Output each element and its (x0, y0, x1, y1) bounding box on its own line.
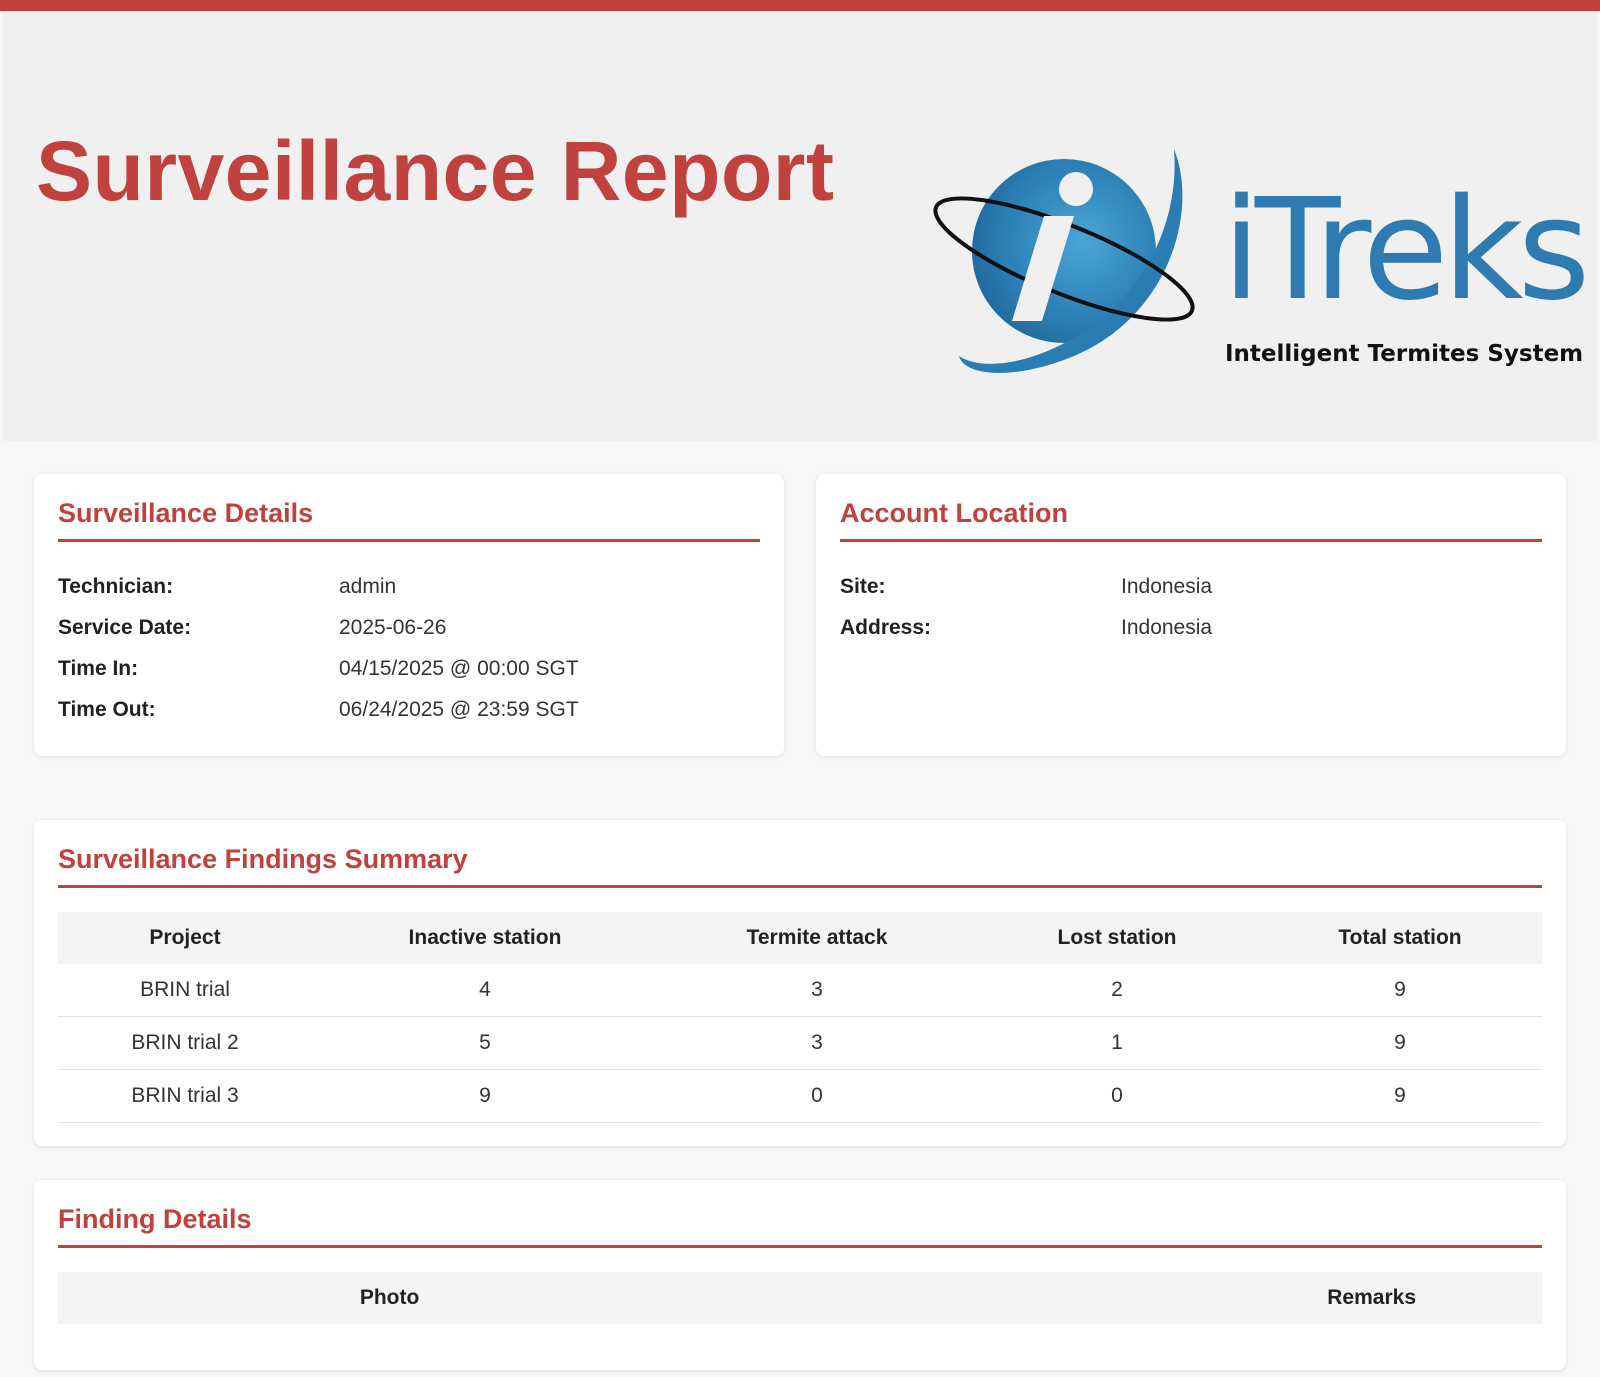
surveillance-details-card: Surveillance Details Technician: admin S… (34, 474, 784, 756)
table-cell: BRIN trial 2 (58, 1016, 312, 1070)
divider (840, 539, 1542, 542)
table-cell: 5 (312, 1016, 658, 1070)
site-value: Indonesia (1121, 575, 1213, 598)
detail-label: Technician: (58, 575, 174, 598)
table-cell: 9 (1258, 1016, 1542, 1070)
technician-value: admin (339, 575, 397, 598)
table-cell: 9 (1258, 964, 1542, 1017)
section-title: Surveillance Details (58, 498, 314, 528)
column-header: Termite attack (658, 912, 976, 964)
detail-label: Time In: (58, 657, 139, 680)
finding-details-table: Photo Remarks (58, 1272, 1542, 1324)
divider (58, 1245, 1542, 1248)
table-row: BRIN trial 2 5 3 1 9 (58, 1016, 1542, 1070)
table-row: BRIN trial 4 3 2 9 (58, 964, 1542, 1017)
column-header: Inactive station (312, 912, 658, 964)
column-header: Lost station (976, 912, 1258, 964)
section-title: Account Location (840, 498, 1068, 528)
top-accent-bar (0, 0, 1600, 11)
table-cell: 0 (976, 1069, 1258, 1123)
table-cell: BRIN trial (58, 964, 312, 1017)
table-cell: 3 (658, 1016, 976, 1070)
table-cell: 4 (312, 964, 658, 1017)
brand-tagline: Intelligent Termites System (1225, 341, 1584, 367)
time-out-value: 06/24/2025 @ 23:59 SGT (339, 698, 579, 721)
brand-name: iTreks (1222, 169, 1590, 332)
page-title: Surveillance Report (36, 124, 835, 218)
table-header-row: Project Inactive station Termite attack … (58, 912, 1542, 964)
service-date-value: 2025-06-26 (339, 616, 447, 639)
column-header: Total station (1258, 912, 1542, 964)
table-cell: 3 (658, 964, 976, 1017)
report-header: Surveillance Report iTreks Intelligent T… (2, 11, 1598, 441)
table-cell: BRIN trial 3 (58, 1069, 312, 1123)
table-cell: 2 (976, 964, 1258, 1017)
address-value: Indonesia (1121, 616, 1213, 639)
location-label: Address: (840, 616, 932, 639)
section-title: Finding Details (58, 1204, 252, 1234)
divider (58, 539, 760, 542)
section-title: Surveillance Findings Summary (58, 844, 468, 874)
findings-summary-card: Surveillance Findings Summary Project In… (34, 820, 1566, 1146)
account-location-card: Account Location Site: Indonesia Address… (816, 474, 1566, 756)
table-cell: 1 (976, 1016, 1258, 1070)
column-header: Photo (58, 1272, 722, 1324)
globe-logo-icon (933, 149, 1195, 373)
finding-details-card: Finding Details Photo Remarks (34, 1180, 1566, 1370)
column-header: Project (58, 912, 312, 964)
findings-summary-table: Project Inactive station Termite attack … (58, 912, 1542, 1123)
itreks-logo: iTreks Intelligent Termites System (924, 141, 1590, 391)
detail-label: Time Out: (58, 698, 156, 721)
table-row: BRIN trial 3 9 0 0 9 (58, 1069, 1542, 1123)
table-header-row: Photo Remarks (58, 1272, 1542, 1324)
table-cell: 0 (658, 1069, 976, 1123)
location-label: Site: (840, 575, 886, 598)
table-cell: 9 (1258, 1069, 1542, 1123)
divider (58, 885, 1542, 888)
time-in-value: 04/15/2025 @ 00:00 SGT (339, 657, 579, 680)
table-cell: 9 (312, 1069, 658, 1123)
detail-label: Service Date: (58, 616, 192, 639)
column-header: Remarks (721, 1272, 1542, 1324)
